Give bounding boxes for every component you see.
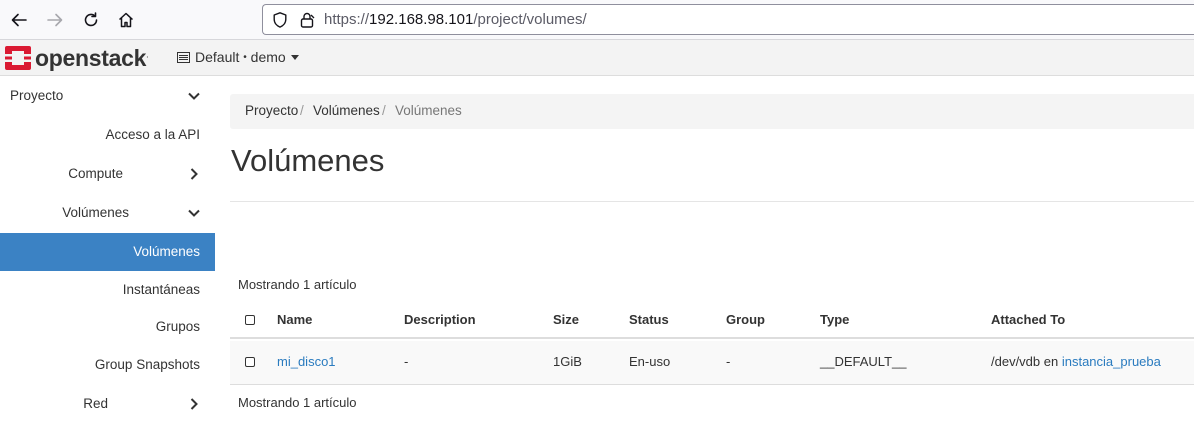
- breadcrumb: Proyecto / Volúmenes / Volúmenes: [230, 94, 1194, 129]
- sidebar-item-red[interactable]: Red: [0, 385, 215, 423]
- divider: [230, 201, 1194, 202]
- sidebar-item-snapshots[interactable]: Instantáneas: [0, 271, 215, 309]
- breadcrumb-volumes[interactable]: Volúmenes: [313, 103, 380, 118]
- table-header: Name Description Size Status Group Type …: [230, 301, 1194, 339]
- column-header-status[interactable]: Status: [629, 312, 669, 327]
- project-selector[interactable]: Default • demo: [177, 49, 299, 65]
- sidebar-item-compute[interactable]: Compute: [0, 155, 215, 193]
- browser-toolbar: https://192.168.98.101/project/volumes/: [0, 0, 1194, 40]
- back-arrow-icon[interactable]: [7, 8, 31, 32]
- cell-status: En-uso: [629, 354, 671, 369]
- column-header-group[interactable]: Group: [726, 312, 765, 327]
- cell-attached-to: /dev/vdb en instancia_prueba: [991, 354, 1161, 369]
- home-icon[interactable]: [114, 8, 138, 32]
- chevron-down-icon: [188, 92, 200, 100]
- column-header-name[interactable]: Name: [277, 312, 312, 327]
- openstack-logo-icon: [5, 46, 31, 70]
- sidebar-item-volumes[interactable]: Volúmenes: [0, 233, 215, 271]
- column-header-size[interactable]: Size: [553, 312, 579, 327]
- list-icon: [177, 51, 190, 63]
- lock-icon[interactable]: [298, 11, 316, 29]
- item-count-bottom: Mostrando 1 artículo: [238, 395, 357, 410]
- openstack-logo[interactable]: openstack.: [4, 45, 149, 71]
- breadcrumb-proyecto[interactable]: Proyecto: [245, 103, 298, 118]
- breadcrumb-separator: /: [382, 103, 386, 118]
- volume-name-link[interactable]: mi_disco1: [277, 354, 336, 369]
- column-header-attached-to[interactable]: Attached To: [991, 312, 1065, 327]
- cell-group: -: [726, 354, 731, 369]
- address-bar[interactable]: https://192.168.98.101/project/volumes/: [262, 4, 1194, 35]
- sidebar: Proyecto Acceso a la API Compute Volúmen…: [0, 77, 215, 426]
- sidebar-item-groups[interactable]: Grupos: [0, 308, 215, 346]
- caret-down-icon: [290, 54, 299, 60]
- column-header-description[interactable]: Description: [404, 312, 476, 327]
- row-checkbox[interactable]: [245, 357, 255, 367]
- page-title: Volúmenes: [231, 143, 385, 178]
- chevron-down-icon: [188, 209, 200, 217]
- openstack-header: openstack. Default • demo: [0, 40, 1194, 76]
- forward-arrow-icon[interactable]: [43, 8, 67, 32]
- sidebar-item-proyecto[interactable]: Proyecto: [0, 77, 215, 115]
- sidebar-item-volumes-group[interactable]: Volúmenes: [0, 194, 215, 232]
- cell-type: __DEFAULT__: [820, 354, 907, 369]
- item-count-top: Mostrando 1 artículo: [238, 277, 357, 292]
- reload-icon[interactable]: [79, 8, 103, 32]
- table-row: mi_disco1 - 1GiB En-uso - __DEFAULT__ /d…: [230, 341, 1194, 385]
- sidebar-item-group-snapshots[interactable]: Group Snapshots: [0, 346, 215, 384]
- chevron-right-icon: [190, 168, 198, 180]
- url-text: https://192.168.98.101/project/volumes/: [324, 11, 587, 28]
- cell-size: 1GiB: [553, 354, 582, 369]
- breadcrumb-separator: /: [300, 103, 304, 118]
- chevron-right-icon: [190, 398, 198, 410]
- cell-description: -: [404, 354, 409, 369]
- shield-icon[interactable]: [271, 11, 289, 29]
- column-header-type[interactable]: Type: [820, 312, 849, 327]
- sidebar-item-api-access[interactable]: Acceso a la API: [0, 116, 215, 154]
- instance-link[interactable]: instancia_prueba: [1062, 354, 1161, 369]
- select-all-checkbox[interactable]: [245, 315, 255, 325]
- breadcrumb-current: Volúmenes: [395, 103, 462, 118]
